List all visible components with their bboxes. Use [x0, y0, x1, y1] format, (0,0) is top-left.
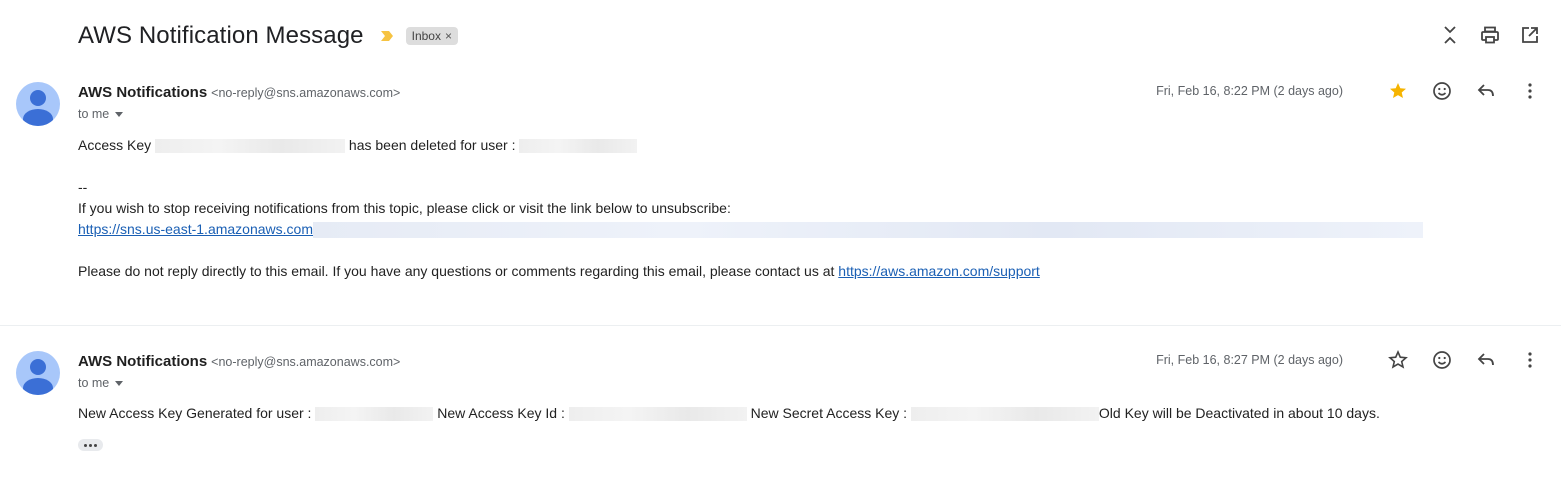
unsubscribe-text: If you wish to stop receiving notificati…: [78, 200, 731, 216]
footer-text: Please do not reply directly to this ema…: [78, 263, 835, 279]
unsubscribe-link[interactable]: https://sns.us-east-1.amazonaws.com: [78, 219, 313, 240]
sender-name[interactable]: AWS Notifications: [78, 84, 207, 101]
more-vert-icon[interactable]: [1519, 80, 1541, 102]
recipient-details-toggle[interactable]: to me: [78, 376, 124, 390]
message-2: AWS Notifications <no-reply@sns.amazonaw…: [0, 345, 1561, 465]
sender-name[interactable]: AWS Notifications: [78, 353, 207, 370]
show-trimmed-content-icon[interactable]: [78, 439, 103, 451]
more-vert-icon[interactable]: [1519, 349, 1541, 371]
recipient-text: to me: [78, 107, 110, 121]
inbox-label-chip: Inbox ×: [405, 27, 458, 45]
inbox-label-text: Inbox: [411, 29, 441, 43]
star-icon[interactable]: [1387, 349, 1409, 371]
chevron-down-icon: [115, 380, 124, 386]
redacted-access-key-id: [568, 407, 747, 422]
deactivation-notice: Old Key will be Deactivated in about 10 …: [1098, 405, 1380, 421]
message-body: New Access Key Generated for user : New …: [78, 403, 1380, 424]
access-key-label: Access Key: [78, 137, 152, 153]
secret-key-label: New Secret Access Key :: [750, 405, 908, 421]
emoji-reaction-icon[interactable]: [1431, 80, 1453, 102]
message-date: Fri, Feb 16, 8:22 PM (2 days ago): [1156, 84, 1343, 98]
sender-avatar[interactable]: [16, 351, 60, 395]
redacted-username: [315, 407, 434, 422]
subject-row: AWS Notification Message Inbox ×: [78, 18, 458, 54]
sender-email: <no-reply@sns.amazonaws.com>: [211, 355, 401, 369]
thread-subject: AWS Notification Message: [78, 22, 364, 49]
new-key-user-label: New Access Key Generated for user :: [78, 405, 312, 421]
chevron-down-icon: [115, 111, 124, 117]
reply-icon[interactable]: [1475, 349, 1497, 371]
message-body: Access Key has been deleted for user : -…: [78, 135, 1423, 282]
star-icon[interactable]: [1387, 80, 1409, 102]
remove-label-button[interactable]: ×: [445, 29, 452, 43]
redacted-access-key: [155, 139, 346, 154]
deleted-for-user-text: has been deleted for user :: [348, 137, 516, 153]
message-date: Fri, Feb 16, 8:27 PM (2 days ago): [1156, 353, 1343, 367]
sender-line: AWS Notifications <no-reply@sns.amazonaw…: [78, 353, 400, 370]
emoji-reaction-icon[interactable]: [1431, 349, 1453, 371]
reply-icon[interactable]: [1475, 80, 1497, 102]
sender-line: AWS Notifications <no-reply@sns.amazonaw…: [78, 84, 400, 101]
recipient-details-toggle[interactable]: to me: [78, 107, 124, 121]
importance-marker-icon[interactable]: [380, 30, 394, 42]
thread-actions: [1439, 24, 1541, 46]
expand-collapse-icon[interactable]: [1439, 24, 1461, 46]
sender-email: <no-reply@sns.amazonaws.com>: [211, 86, 401, 100]
support-link[interactable]: https://aws.amazon.com/support: [838, 263, 1040, 279]
message-1: AWS Notifications <no-reply@sns.amazonaw…: [0, 76, 1561, 326]
open-in-new-window-icon[interactable]: [1519, 24, 1541, 46]
recipient-text: to me: [78, 376, 110, 390]
sender-avatar[interactable]: [16, 82, 60, 126]
unsubscribe-line: https://sns.us-east-1.amazonaws.com: [78, 219, 1423, 240]
new-key-id-label: New Access Key Id :: [437, 405, 565, 421]
footer-line: Please do not reply directly to this ema…: [78, 261, 1423, 282]
signature-separator: --: [78, 179, 88, 195]
message-meta: Fri, Feb 16, 8:27 PM (2 days ago): [1156, 349, 1541, 371]
redacted-unsubscribe-url: [313, 221, 1423, 238]
redacted-secret-key: [910, 407, 1099, 422]
message-meta: Fri, Feb 16, 8:22 PM (2 days ago): [1156, 80, 1541, 102]
body-line-1: Access Key has been deleted for user :: [78, 135, 1423, 156]
redacted-username: [519, 139, 638, 154]
print-icon[interactable]: [1479, 24, 1501, 46]
